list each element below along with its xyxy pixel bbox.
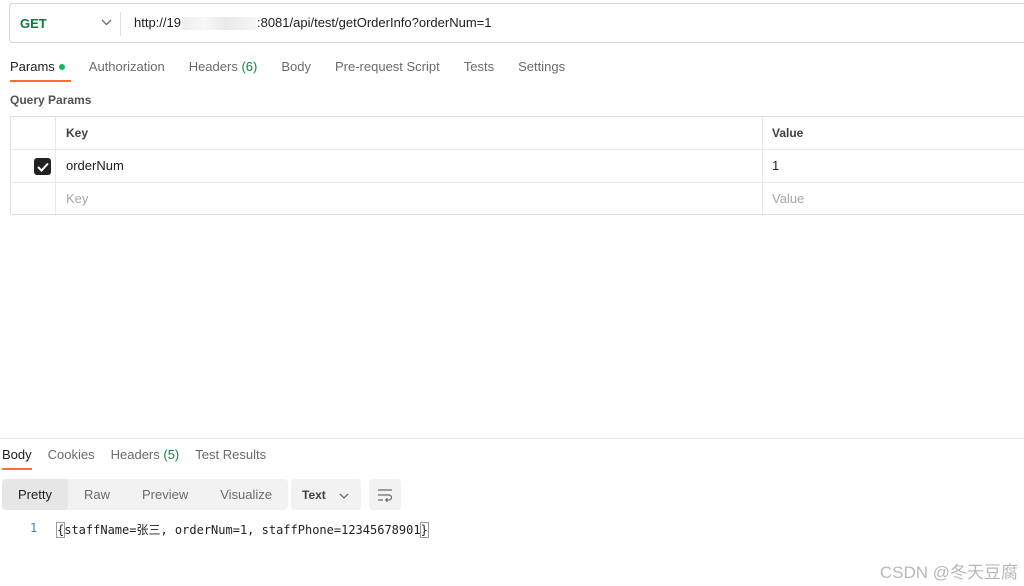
tab-headers-label: Headers <box>188 59 238 74</box>
checkbox-cell <box>11 183 56 216</box>
url-suffix: :8081/api/test/getOrderInfo?orderNum=1 <box>256 15 492 30</box>
response-tab-headers-count: (5) <box>163 447 180 462</box>
value-column-header: Value <box>772 126 804 140</box>
method-select[interactable]: GET <box>20 4 118 42</box>
new-key-field[interactable]: Key <box>57 183 763 216</box>
close-brace: } <box>419 522 429 538</box>
view-mode-group: Pretty Raw Preview Visualize <box>2 479 289 510</box>
response-tab-body[interactable]: Body <box>2 447 32 470</box>
tab-body-label: Body <box>281 59 311 74</box>
tab-pre-request-script-label: Pre-request Script <box>334 59 440 74</box>
chevron-down-icon <box>339 488 349 502</box>
url-bar: GET http://19 :8081/api/test/getOrderInfo… <box>9 3 1024 43</box>
wrap-lines-button[interactable] <box>369 479 401 510</box>
tab-settings[interactable]: Settings <box>518 59 565 83</box>
table-row: orderNum 1 <box>11 150 1024 183</box>
response-tab-body-label: Body <box>2 447 32 462</box>
param-enabled-checkbox[interactable] <box>34 158 51 175</box>
format-select[interactable]: Text <box>291 479 361 510</box>
method-label: GET <box>20 15 47 31</box>
checkbox-cell <box>11 150 56 182</box>
request-tabs: Params Authorization Headers (6) Body Pr… <box>10 59 589 83</box>
tab-params[interactable]: Params <box>10 59 71 83</box>
table-header-row: Key Value <box>11 117 1024 150</box>
response-tab-headers-label: Headers <box>110 447 160 462</box>
param-key-field[interactable]: orderNum <box>57 150 763 182</box>
tab-headers-count: (6) <box>241 59 258 74</box>
view-visualize-button[interactable]: Visualize <box>204 479 288 510</box>
tab-pre-request-script[interactable]: Pre-request Script <box>335 59 440 83</box>
active-dot-icon <box>58 63 65 70</box>
tab-authorization-label: Authorization <box>88 59 165 74</box>
tab-settings-label: Settings <box>518 59 566 74</box>
view-raw-button[interactable]: Raw <box>68 479 126 510</box>
response-tab-cookies-label: Cookies <box>47 447 95 462</box>
checkmark-icon <box>36 162 49 172</box>
response-tabs: Body Cookies Headers (5) Test Results <box>2 447 282 470</box>
url-prefix: http://19 <box>134 15 181 30</box>
response-tab-test-results[interactable]: Test Results <box>195 447 266 462</box>
response-tab-headers[interactable]: Headers (5) <box>111 447 180 462</box>
redacted-host <box>181 17 256 31</box>
format-label: Text <box>302 487 326 502</box>
params-table: Key Value orderNum 1 Key Value <box>10 116 1024 216</box>
tab-tests-label: Tests <box>463 59 495 74</box>
view-preview-button[interactable]: Preview <box>126 479 204 510</box>
key-column-header: Key <box>57 117 763 149</box>
line-number: 1 <box>30 521 38 535</box>
query-params-title: Query Params <box>10 93 92 107</box>
tab-tests[interactable]: Tests <box>464 59 494 83</box>
response-body-line: {staffName=张三, orderNum=1, staffPhone=12… <box>55 521 429 538</box>
url-input[interactable]: http://19 :8081/api/test/getOrderInfo?ord… <box>134 4 492 42</box>
response-tab-test-results-label: Test Results <box>195 447 267 462</box>
view-pretty-button[interactable]: Pretty <box>2 479 68 510</box>
param-value-field[interactable]: 1 <box>764 150 1024 182</box>
response-body-text: staffName=张三, orderNum=1, staffPhone=123… <box>64 523 421 537</box>
tab-headers[interactable]: Headers (6) <box>189 59 258 83</box>
url-divider <box>120 12 121 36</box>
tab-body[interactable]: Body <box>281 59 311 83</box>
response-divider[interactable] <box>0 438 1024 439</box>
new-value-field[interactable]: Value <box>764 183 1024 216</box>
response-tab-cookies[interactable]: Cookies <box>48 447 95 462</box>
watermark: CSDN @冬天豆腐 <box>879 563 1018 582</box>
table-row: Key Value <box>11 183 1024 216</box>
wrap-lines-icon <box>378 488 393 502</box>
tab-authorization[interactable]: Authorization <box>89 59 165 83</box>
chevron-down-icon <box>101 17 112 29</box>
tab-params-label: Params <box>10 59 55 74</box>
checkbox-column-header <box>11 117 56 149</box>
